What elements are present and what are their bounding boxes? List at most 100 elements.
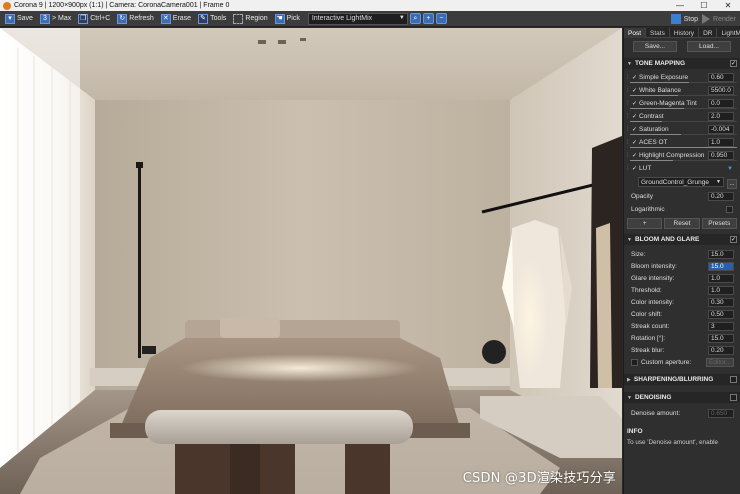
bloom-row-glare-intensity[interactable]: Glare intensity: 1.0 [624, 272, 740, 284]
render-button[interactable]: Render [713, 16, 736, 23]
max-button[interactable]: 3 > Max [37, 12, 74, 25]
custom-aperture-checkbox[interactable] [631, 358, 638, 366]
tab-dr[interactable]: DR [699, 28, 718, 38]
bloom-row-rotation[interactable]: Rotation [°]: 15.0 [624, 332, 740, 344]
tm-row-highlight-compression[interactable]: ⁞ ✓ Highlight Compression 0.950 [624, 149, 740, 162]
bloom-row-color-shift[interactable]: Color shift: 0.50 [624, 308, 740, 320]
denoising-header[interactable]: ▼ DENOISING [624, 392, 740, 403]
window-title: Corona 9 | 1200×900px (1:1) | Camera: Co… [14, 2, 230, 9]
sharpening-header[interactable]: ▶ SHARPENING/BLURRING [624, 374, 740, 385]
render-viewport[interactable]: CSDN @3D渲染技巧分享 [0, 28, 622, 494]
tab-stats[interactable]: Stats [646, 28, 670, 38]
tab-post[interactable]: Post [624, 28, 647, 38]
logarithmic-checkbox[interactable] [726, 206, 733, 213]
save-settings-button[interactable]: Save... [633, 41, 677, 52]
lut-opacity-row[interactable]: Opacity 0.20 [624, 190, 740, 203]
zoom-fit-button[interactable]: ⌕ [409, 13, 421, 24]
refresh-button[interactable]: ↻ Refresh [114, 12, 157, 25]
tools-button[interactable]: ✎ Tools [195, 12, 229, 25]
tm-row-aces-ot[interactable]: ⁞ ✓ ACES OT 1.0 [624, 136, 740, 149]
sharpening-enable-checkbox[interactable] [730, 376, 737, 383]
pick-button[interactable]: ☚ Pick [272, 12, 303, 25]
stop-icon[interactable] [670, 14, 681, 24]
value-field[interactable]: -0.004 [708, 125, 734, 134]
max-icon: 3 [39, 13, 50, 24]
tone-mapping-header[interactable]: ▼ TONE MAPPING ✓ [624, 58, 740, 69]
value-field[interactable]: 1.0 [708, 138, 734, 147]
minimize-button[interactable]: — [668, 0, 692, 11]
load-settings-button[interactable]: Load... [687, 41, 731, 52]
bloom-row-streak-blur[interactable]: Streak blur: 0.20 [624, 344, 740, 356]
value-field[interactable]: 0.30 [708, 297, 734, 307]
value-field[interactable]: 0.950 [708, 151, 734, 160]
stop-button[interactable]: Stop [684, 16, 698, 23]
value-field[interactable]: 5500.0 [708, 86, 734, 95]
value-field[interactable]: 0.60 [708, 73, 734, 82]
tm-row-saturation[interactable]: ⁞ ✓ Saturation -0.004 [624, 123, 740, 136]
check-icon[interactable]: ✓ [632, 113, 637, 120]
tm-row-simple-exposure[interactable]: ⁞ ✓ Simple Exposure 0.60 [624, 71, 740, 84]
value-field[interactable]: 0.50 [708, 309, 734, 319]
zoom-out-button[interactable]: − [435, 13, 447, 24]
opacity-field[interactable]: 0.20 [708, 192, 734, 201]
bloom-row-streak-count[interactable]: Streak count: 3 [624, 320, 740, 332]
value-field[interactable]: 1.0 [708, 273, 734, 283]
check-icon[interactable]: ✓ [632, 165, 637, 172]
copy-button[interactable]: ❐ Ctrl+C [75, 12, 113, 25]
value-field[interactable]: 0.20 [708, 345, 734, 355]
custom-aperture-row[interactable]: Custom aperture: Editor... [624, 356, 740, 368]
grip-icon: ⁞ [627, 87, 629, 94]
tab-lightmix[interactable]: LightMix [717, 28, 740, 38]
value-field[interactable]: 15.0 [708, 261, 734, 271]
value-field[interactable]: 15.0 [708, 333, 734, 343]
save-icon: ▾ [5, 13, 15, 24]
view-mode-select[interactable]: Interactive LightMix ▼ [307, 12, 408, 25]
erase-icon: ✕ [160, 13, 171, 24]
lut-browse-button[interactable]: ... [727, 179, 737, 189]
render-icon[interactable] [702, 14, 711, 24]
presets-button[interactable]: Presets [701, 218, 737, 229]
reset-button[interactable]: Reset [664, 218, 700, 229]
bloom-row-color-intensity[interactable]: Color intensity: 0.30 [624, 296, 740, 308]
panel-tabs: Post Stats History DR LightMix [624, 28, 740, 38]
check-icon[interactable]: ✓ [632, 100, 637, 107]
tm-row-contrast[interactable]: ⁞ ✓ Contrast 2.0 [624, 110, 740, 123]
check-icon[interactable]: ✓ [632, 74, 637, 81]
check-icon[interactable]: ✓ [632, 152, 637, 159]
bloom-row-size[interactable]: Size: 15.0 [624, 248, 740, 260]
denoising-enable-checkbox[interactable] [730, 394, 737, 401]
check-icon[interactable]: ✓ [632, 87, 637, 94]
value-field[interactable]: 15.0 [708, 249, 734, 259]
maximize-button[interactable]: ☐ [692, 0, 716, 11]
erase-button[interactable]: ✕ Erase [158, 12, 194, 25]
save-button[interactable]: ▾ Save [2, 12, 36, 25]
value-field[interactable]: 1.0 [708, 285, 734, 295]
check-icon[interactable]: ✓ [632, 139, 637, 146]
tone-mapping-enable-checkbox[interactable]: ✓ [730, 60, 737, 67]
tm-row-green-magenta[interactable]: ⁞ ✓ Green-Magenta Tint 0.0 [624, 97, 740, 110]
region-button[interactable]: Region [230, 12, 270, 25]
watermark-text: CSDN @3D渲染技巧分享 [462, 471, 616, 486]
value-field[interactable]: 2.0 [708, 112, 734, 121]
window-controls: — ☐ ✕ [668, 0, 740, 11]
aperture-editor-button[interactable]: Editor... [706, 357, 734, 367]
tm-row-lut[interactable]: ⁞ ✓ LUT ▼ [624, 162, 740, 175]
denoise-amount-row[interactable]: Denoise amount: 0.650 [624, 406, 740, 420]
denoise-amount-field[interactable]: 0.650 [708, 408, 734, 418]
bloom-row-threshold[interactable]: Threshold: 1.0 [624, 284, 740, 296]
bloom-glare-header[interactable]: ▼ BLOOM AND GLARE ✓ [624, 234, 740, 245]
tab-history[interactable]: History [670, 28, 700, 38]
check-icon[interactable]: ✓ [632, 126, 637, 133]
bloom-enable-checkbox[interactable]: ✓ [730, 236, 737, 243]
value-field[interactable]: 0.0 [708, 99, 734, 108]
zoom-in-button[interactable]: + [422, 13, 434, 24]
lut-logarithmic-row[interactable]: Logarithmic [624, 203, 740, 216]
value-field[interactable]: 3 [708, 321, 734, 331]
bloom-row-bloom-intensity[interactable]: Bloom intensity: 15.0 [624, 260, 740, 272]
tm-row-white-balance[interactable]: ⁞ ✓ White Balance 5500.0 [624, 84, 740, 97]
add-operator-button[interactable]: + [627, 218, 663, 229]
vfb-toolbar: ▾ Save 3 > Max ❐ Ctrl+C ↻ Refresh ✕ Eras… [0, 11, 740, 27]
lut-select[interactable]: GroundControl_Grunge ▼ [638, 177, 724, 187]
expand-arrow-icon[interactable]: ▼ [727, 166, 733, 172]
close-button[interactable]: ✕ [716, 0, 740, 11]
